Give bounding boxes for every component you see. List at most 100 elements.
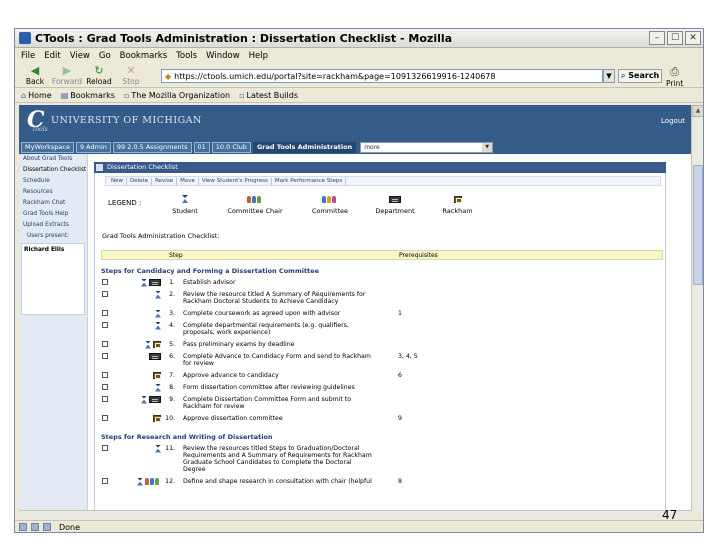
nav-dissertation-checklist[interactable]: Dissertation Checklist: [19, 165, 87, 176]
step-description-line: Graduate School Candidates to Complete t…: [183, 459, 352, 466]
action-view-progress[interactable]: View Student's Progress: [199, 177, 272, 185]
checklist-tool: Dissertation Checklist New Delete Revise…: [94, 162, 678, 510]
back-button[interactable]: ◀ Back: [19, 65, 51, 86]
action-mark-performance[interactable]: Mark Performance Steps: [272, 177, 347, 185]
step-description-line: Complete departmental requirements (e.g.…: [183, 322, 349, 329]
column-step: Step: [169, 252, 183, 259]
tab-10-club[interactable]: 10.0 Club: [211, 141, 251, 153]
tool-reset-icon[interactable]: [96, 164, 103, 171]
stop-label: Stop: [122, 77, 140, 86]
step-checkbox[interactable]: [102, 291, 108, 297]
step-checkbox[interactable]: [102, 396, 108, 402]
print-label: Print: [666, 79, 684, 88]
tool-title: Dissertation Checklist: [107, 163, 178, 171]
step-checkbox[interactable]: [102, 353, 108, 359]
tab-grad-tools-administration[interactable]: Grad Tools Administration: [252, 141, 357, 153]
users-present-list: Richard Ellis: [21, 243, 85, 315]
step-description: Complete Dissertation Committee Form and…: [183, 396, 388, 410]
tool-body: New Delete Revise Move View Student's Pr…: [94, 173, 666, 510]
legend: Student Committee Chair Committee Depart…: [165, 193, 485, 221]
checklist-row: 3. Complete coursework as agreed upon wit…: [101, 309, 663, 321]
menu-window[interactable]: Window: [206, 51, 240, 61]
step-checkbox[interactable]: [102, 372, 108, 378]
nav-schedule[interactable]: Schedule: [19, 176, 87, 187]
nav-grad-tools-help[interactable]: Grad Tools Help: [19, 209, 87, 220]
department-icon: [389, 195, 401, 203]
step-checkbox[interactable]: [102, 478, 108, 484]
step-checkbox[interactable]: [102, 415, 108, 421]
student-icon: [141, 396, 147, 404]
step-number: 1.: [169, 279, 175, 286]
reload-button[interactable]: ↻ Reload: [83, 65, 115, 86]
step-number: 4.: [169, 322, 175, 329]
status-icon: [43, 523, 51, 531]
close-button[interactable]: ✕: [685, 31, 701, 45]
bookmark-latest-builds[interactable]: ▫ Latest Builds: [239, 91, 298, 100]
step-description-line: Pass preliminary exams by deadline: [183, 341, 295, 348]
step-checkbox[interactable]: [102, 445, 108, 451]
tab-9-admin[interactable]: 9 Admin: [75, 141, 111, 153]
step-description: Define and shape research in consultatio…: [183, 478, 388, 485]
legend-student-label: Student: [172, 207, 198, 215]
action-delete[interactable]: Delete: [127, 177, 153, 185]
responsible-icons: [119, 414, 161, 423]
menu-view[interactable]: View: [70, 51, 90, 61]
action-revise[interactable]: Revise: [152, 177, 178, 185]
menu-bookmarks[interactable]: Bookmarks: [120, 51, 168, 61]
step-checkbox[interactable]: [102, 310, 108, 316]
checklist-row: 2. Review the resource titled A Summary o…: [101, 290, 663, 309]
scroll-thumb[interactable]: [693, 165, 703, 285]
status-icon: [19, 523, 27, 531]
nav-rackham-chat[interactable]: Rackham Chat: [19, 198, 87, 209]
menu-tools[interactable]: Tools: [176, 51, 197, 61]
address-bar[interactable]: ◆ https://ctools.umich.edu/portal?site=r…: [161, 69, 603, 83]
bookmark-mozilla-org[interactable]: ▫ The Mozilla Organization: [124, 91, 230, 100]
horizontal-scrollbar[interactable]: [19, 510, 691, 520]
rackham-icon: [453, 195, 462, 203]
step-number: 2.: [169, 291, 175, 298]
step-checkbox[interactable]: [102, 322, 108, 328]
tab-99-assignments[interactable]: 99 2.0.5 Assignments: [112, 141, 192, 153]
responsible-icons: [119, 340, 161, 349]
rackham-icon: [153, 341, 161, 348]
action-move[interactable]: Move: [177, 177, 199, 185]
minimize-button[interactable]: –: [649, 31, 665, 45]
student-icon: [182, 195, 188, 203]
step-checkbox[interactable]: [102, 341, 108, 347]
tab-myworkspace[interactable]: MyWorkspace: [21, 141, 74, 153]
step-checkbox[interactable]: [102, 384, 108, 390]
print-button[interactable]: ⎙ Print: [666, 65, 683, 88]
ctools-banner: C Tools UNIVERSITY OF MICHIGAN Logout: [19, 105, 691, 140]
vertical-scrollbar[interactable]: ▲: [691, 105, 703, 510]
nav-about-grad-tools[interactable]: About Grad Tools: [19, 154, 87, 165]
address-dropdown[interactable]: ▼: [603, 69, 615, 83]
column-prerequisites: Prerequisites: [399, 252, 438, 259]
menu-edit[interactable]: Edit: [44, 51, 60, 61]
menu-file[interactable]: File: [21, 51, 35, 61]
legend-committee-chair-label: Committee Chair: [227, 207, 283, 215]
legend-student: Student: [165, 193, 205, 215]
bookmark-page-icon: ▫: [123, 91, 130, 100]
forward-button[interactable]: ▶ Forward: [51, 65, 83, 86]
rackham-icon: [153, 415, 161, 422]
reload-icon: ↻: [94, 64, 104, 77]
responsible-icons: [119, 477, 161, 486]
bookmark-home[interactable]: ⌂ Home: [21, 91, 52, 100]
action-new[interactable]: New: [108, 177, 127, 185]
nav-resources[interactable]: Resources: [19, 187, 87, 198]
more-sites-select[interactable]: more ▼: [360, 141, 494, 153]
maximize-button[interactable]: ☐: [667, 31, 683, 45]
step-description: Complete departmental requirements (e.g.…: [183, 322, 388, 336]
committee-chair-icon: [247, 195, 263, 203]
step-checkbox[interactable]: [102, 279, 108, 285]
menu-help[interactable]: Help: [249, 51, 268, 61]
menu-go[interactable]: Go: [99, 51, 111, 61]
scroll-up-icon[interactable]: ▲: [692, 105, 703, 117]
stop-button[interactable]: ✕ Stop: [115, 65, 147, 86]
logout-link[interactable]: Logout: [661, 117, 685, 125]
window-title: CTools : Grad Tools Administration : Dis…: [35, 31, 453, 45]
search-button[interactable]: ⌕ Search: [618, 69, 662, 83]
nav-upload-extracts[interactable]: Upload Extracts: [19, 220, 87, 231]
bookmark-bookmarks[interactable]: ▤ Bookmarks: [61, 91, 115, 100]
tab-01[interactable]: 01: [193, 141, 210, 153]
